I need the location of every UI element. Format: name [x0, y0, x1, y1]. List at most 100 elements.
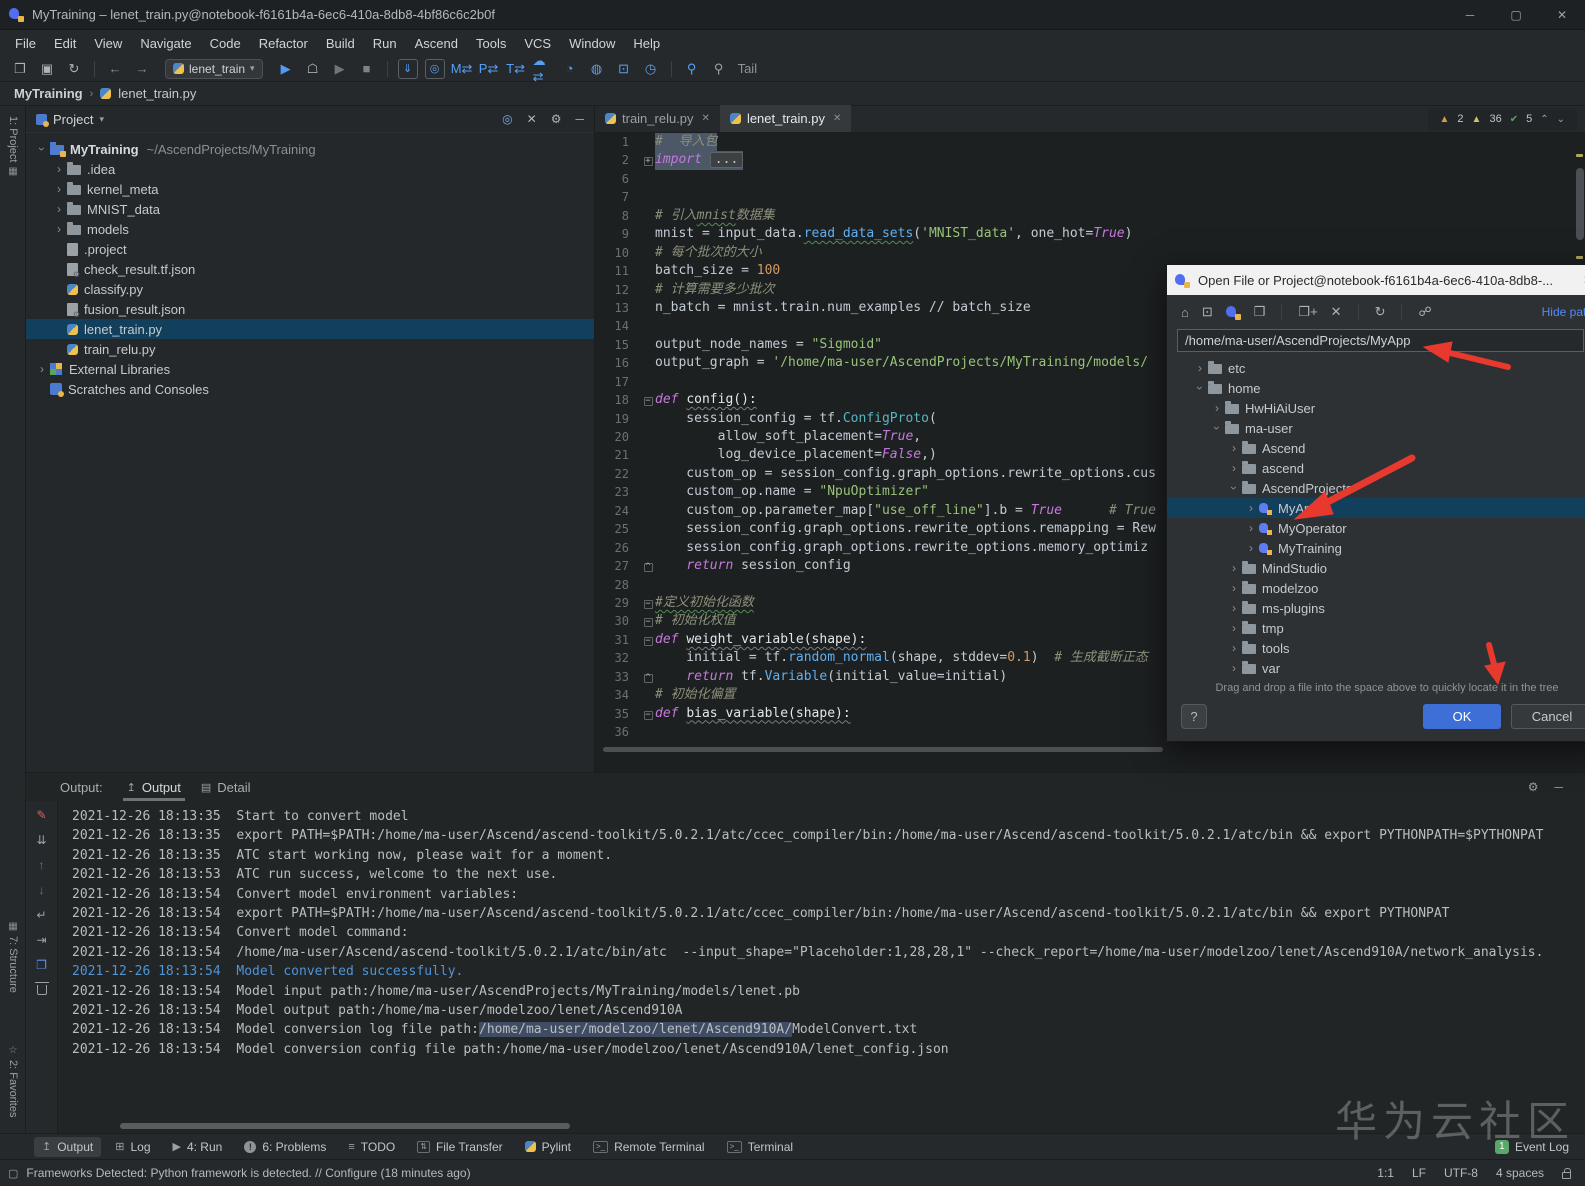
menu-window[interactable]: Window: [560, 36, 624, 51]
tree-item-lenet-train-py[interactable]: lenet_train.py: [26, 319, 594, 339]
chevron-right-icon[interactable]: ›: [1226, 581, 1242, 595]
cancel-button[interactable]: Cancel: [1511, 704, 1585, 729]
tree-item-etc[interactable]: ›etc: [1167, 358, 1585, 378]
dialog-close-button[interactable]: ✕: [1577, 273, 1585, 287]
editor-horizontal-scrollbar[interactable]: [603, 747, 1163, 752]
toolwindow-button-log[interactable]: ⊞Log: [107, 1137, 158, 1157]
chevron-right-icon[interactable]: ›: [1226, 641, 1242, 655]
editor-vertical-scrollbar[interactable]: [1576, 168, 1584, 240]
debug-icon[interactable]: ☖: [303, 59, 323, 79]
tree-item-tools[interactable]: ›tools: [1167, 638, 1585, 658]
soft-wrap-icon[interactable]: ↵: [34, 907, 50, 923]
save-all-icon[interactable]: ▣: [37, 59, 57, 79]
output-horizontal-scrollbar[interactable]: [120, 1123, 570, 1129]
scroll-down-icon[interactable]: ⇥: [34, 932, 50, 948]
menu-run[interactable]: Run: [364, 36, 406, 51]
menu-edit[interactable]: Edit: [45, 36, 85, 51]
fold-expand-icon[interactable]: +: [644, 157, 653, 166]
menu-navigate[interactable]: Navigate: [131, 36, 200, 51]
event-log-button[interactable]: 1Event Log: [1495, 1140, 1585, 1154]
code-line-2[interactable]: 2+import ...: [595, 151, 1585, 169]
chevron-right-icon[interactable]: ›: [1243, 541, 1259, 555]
chevron-down-icon[interactable]: ▾: [99, 114, 104, 125]
fold-end-icon[interactable]: ^: [644, 674, 653, 683]
graph-analyzer-icon[interactable]: ◍: [587, 59, 607, 79]
file-encoding[interactable]: UTF-8: [1444, 1166, 1478, 1180]
tree-item-external-libraries[interactable]: ›External Libraries: [26, 359, 594, 379]
back-icon[interactable]: ←: [105, 59, 125, 79]
chevron-right-icon[interactable]: ›: [51, 162, 67, 176]
chevron-right-icon[interactable]: ›: [51, 202, 67, 216]
scroll-to-end-icon[interactable]: ⇊: [34, 832, 50, 848]
tree-item-train-relu-py[interactable]: train_relu.py: [26, 339, 594, 359]
ok-button[interactable]: OK: [1423, 704, 1501, 729]
run-secondary-icon[interactable]: ▶: [330, 59, 350, 79]
precision-compare-icon[interactable]: P⇄: [479, 59, 499, 79]
code-line-8[interactable]: 8# 引入mnist数据集: [595, 207, 1585, 225]
chevron-right-icon[interactable]: ›: [1192, 361, 1208, 375]
close-button[interactable]: ✕: [1539, 0, 1585, 29]
hide-panel-icon[interactable]: ─: [575, 112, 584, 126]
fold-collapse-icon[interactable]: −: [644, 600, 653, 609]
chevron-right-icon[interactable]: ›: [34, 362, 50, 376]
next-message-icon[interactable]: ↓: [34, 882, 50, 898]
tree-item-scratches-and-consoles[interactable]: Scratches and Consoles: [26, 379, 594, 399]
breadcrumb-project[interactable]: MyTraining: [14, 86, 83, 101]
tool-button-project[interactable]: 1: Project ▦: [0, 116, 26, 177]
tree-item-myoperator[interactable]: ›MyOperator: [1167, 518, 1585, 538]
refresh-icon[interactable]: ↻: [1375, 304, 1386, 320]
profiler-icon[interactable]: ◷: [641, 59, 661, 79]
clear-output-icon[interactable]: ✎: [34, 807, 50, 823]
model-accuracy-analyzer-icon[interactable]: M⇄: [452, 59, 472, 79]
menu-view[interactable]: View: [85, 36, 131, 51]
tree-item-hwhiaiuser[interactable]: ›HwHiAiUser: [1167, 398, 1585, 418]
tree-item-ms-plugins[interactable]: ›ms-plugins: [1167, 598, 1585, 618]
forward-icon[interactable]: →: [132, 59, 152, 79]
stop-icon[interactable]: ■: [357, 59, 377, 79]
next-issue-icon[interactable]: ⌄: [1557, 114, 1565, 125]
desktop-icon[interactable]: ⊡: [1202, 304, 1213, 320]
menu-file[interactable]: File: [6, 36, 45, 51]
toolwindow-button-todo[interactable]: ≡TODO: [340, 1137, 403, 1157]
tool-button-structure[interactable]: ▦ 7: Structure: [0, 921, 26, 993]
code-line-1[interactable]: 1# 导入包: [595, 133, 1585, 151]
inspection-widget[interactable]: ▲2▲36✔5⌃⌄: [1428, 108, 1577, 130]
chevron-down-icon[interactable]: ›: [1210, 420, 1224, 436]
path-input[interactable]: [1177, 329, 1584, 352]
editor-tab-train-relu-py[interactable]: train_relu.py✕: [595, 105, 720, 132]
mindstudio-home-icon[interactable]: [1226, 305, 1241, 320]
menu-help[interactable]: Help: [624, 36, 669, 51]
warning-icon[interactable]: ▲: [1440, 114, 1450, 125]
tree-item-ma-user[interactable]: ›ma-user: [1167, 418, 1585, 438]
chevron-down-icon[interactable]: ›: [1227, 480, 1241, 496]
tree-item-models[interactable]: ›models: [26, 219, 594, 239]
run-config-selector[interactable]: lenet_train▾: [165, 59, 263, 79]
tree-item-ascend[interactable]: ›ascend: [1167, 458, 1585, 478]
close-tab-icon[interactable]: ✕: [702, 113, 710, 124]
chevron-right-icon[interactable]: ›: [1226, 441, 1242, 455]
tree-item-mytraining[interactable]: ›MyTraining: [1167, 538, 1585, 558]
toolwindow-button-4-run[interactable]: ▶4: Run: [165, 1137, 231, 1157]
chevron-right-icon[interactable]: ›: [1226, 461, 1242, 475]
chevron-right-icon[interactable]: ›: [1209, 401, 1225, 415]
locate-file-icon[interactable]: ◎: [502, 112, 512, 126]
toolwindow-button-terminal[interactable]: >_Terminal: [719, 1137, 801, 1157]
delete-icon[interactable]: ✕: [1331, 304, 1342, 320]
menu-build[interactable]: Build: [317, 36, 364, 51]
project-panel-title[interactable]: Project: [53, 112, 93, 127]
chevron-right-icon[interactable]: ›: [1243, 521, 1259, 535]
run-icon[interactable]: ▶: [276, 59, 296, 79]
menu-ascend[interactable]: Ascend: [406, 36, 467, 51]
tree-item-ascend[interactable]: ›Ascend: [1167, 438, 1585, 458]
output-tab-output[interactable]: ↥Output: [117, 773, 191, 801]
fold-collapse-icon[interactable]: −: [644, 618, 653, 627]
toolwindow-button-output[interactable]: ↥Output: [34, 1137, 101, 1157]
toolwindow-button-remote-terminal[interactable]: >_Remote Terminal: [585, 1137, 713, 1157]
code-line-7[interactable]: 7: [595, 188, 1585, 206]
fold-end-icon[interactable]: ^: [644, 563, 653, 572]
toolwindow-button-file-transfer[interactable]: ⇅File Transfer: [409, 1137, 510, 1157]
chevron-right-icon[interactable]: ›: [51, 182, 67, 196]
tree-item-idea[interactable]: ›.idea: [26, 159, 594, 179]
toolwindow-button-pylint[interactable]: Pylint: [517, 1137, 579, 1157]
chevron-right-icon[interactable]: ›: [1226, 561, 1242, 575]
